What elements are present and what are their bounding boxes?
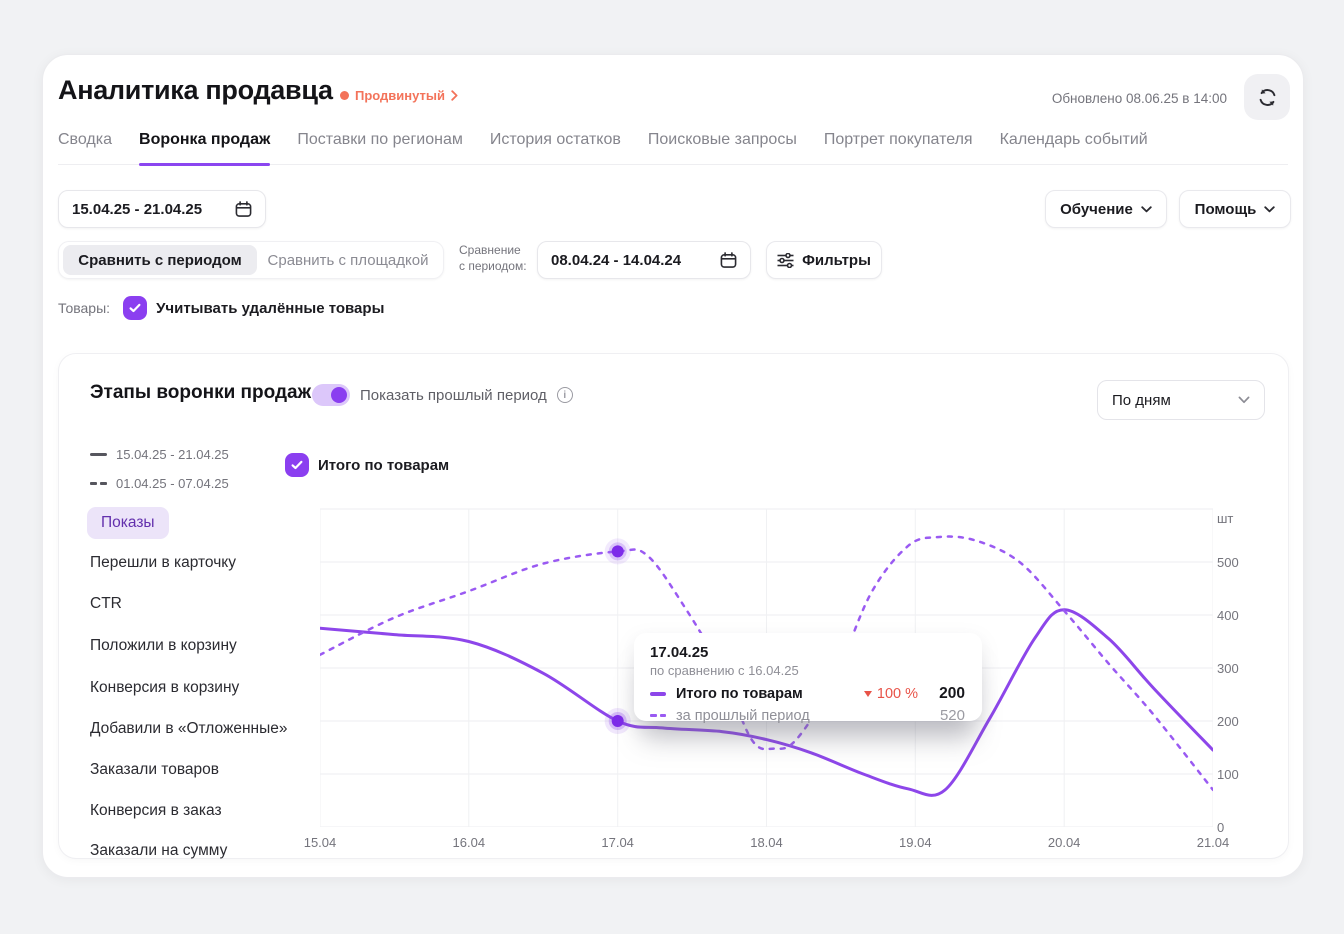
check-icon [129, 303, 141, 313]
total-by-products-checkbox[interactable] [285, 453, 309, 477]
tab-kalendar-sobytiy[interactable]: Календарь событий [1000, 131, 1148, 164]
info-icon[interactable]: i [557, 387, 573, 403]
stage-konversiya-v-korzinu[interactable]: Конверсия в корзину [90, 679, 239, 697]
seller-analytics-page: Аналитика продавца Продвинутый Обновлено… [0, 0, 1344, 934]
compare-period-date-input[interactable]: 08.04.24 - 14.04.24 [537, 241, 751, 279]
toggle-knob [331, 387, 347, 403]
tab-istoriya-ostatkov[interactable]: История остатков [490, 131, 621, 164]
past-period-toggle-label: Показать прошлый период [360, 387, 547, 404]
stage-ctr[interactable]: CTR [90, 595, 122, 613]
compare-period-label: Сравнение с периодом: [459, 243, 527, 274]
total-by-products-row: Итого по товарам [285, 453, 449, 477]
legend-current-period: 15.04.25 - 21.04.25 [90, 446, 229, 462]
funnel-chart-card: Этапы воронки продаж Показать прошлый пе… [58, 353, 1289, 859]
chevron-down-icon [1141, 206, 1152, 213]
tooltip-value-main: 200 [929, 685, 965, 703]
chevron-down-icon [1264, 206, 1275, 213]
include-deleted-checkbox[interactable] [123, 296, 147, 320]
total-by-products-label: Итого по товарам [318, 457, 449, 474]
training-button[interactable]: Обучение [1045, 190, 1167, 228]
chart-tooltip: 17.04.25 по сравнению с 16.04.25 Итого п… [634, 633, 982, 721]
compare-with-period-segment[interactable]: Сравнить с периодом [63, 245, 257, 275]
y-axis-tick: 100 [1217, 767, 1261, 782]
stage-pereshli-v-kartochku[interactable]: Перешли в карточку [90, 554, 236, 572]
y-axis-tick: 300 [1217, 661, 1261, 676]
y-axis-tick: 200 [1217, 714, 1261, 729]
x-axis-tick: 20.04 [1034, 835, 1094, 850]
compare-segmented-control: Сравнить с периодом Сравнить с площадкой [58, 241, 444, 279]
x-axis-tick: 21.04 [1183, 835, 1243, 850]
funnel-title: Этапы воронки продаж [90, 382, 311, 404]
training-button-label: Обучение [1060, 201, 1133, 218]
filters-button[interactable]: Фильтры [766, 241, 882, 279]
tooltip-row-main: Итого по товарам 100 % 200 [650, 685, 965, 703]
compare-with-marketplace-segment[interactable]: Сравнить с площадкой [257, 245, 439, 275]
stage-zakazali-tovarov[interactable]: Заказали товаров [90, 761, 219, 779]
refresh-icon [1257, 87, 1278, 108]
plan-badge[interactable]: Продвинутый [340, 88, 458, 103]
granularity-value: По дням [1112, 392, 1171, 409]
x-axis-tick: 18.04 [737, 835, 797, 850]
y-axis-tick: 500 [1217, 555, 1261, 570]
sliders-icon [777, 253, 794, 268]
y-axis-tick: 400 [1217, 608, 1261, 623]
show-past-period-toggle[interactable] [312, 384, 350, 406]
plan-dot-icon [340, 91, 349, 100]
help-button[interactable]: Помощь [1179, 190, 1291, 228]
tab-svodka[interactable]: Сводка [58, 131, 112, 164]
tooltip-compare: по сравнению с 16.04.25 [650, 663, 965, 678]
tooltip-change: 100 % [864, 686, 918, 702]
x-axis-tick: 16.04 [439, 835, 499, 850]
x-axis-tick: 17.04 [588, 835, 648, 850]
tab-voronka-prodazh[interactable]: Воронка продаж [139, 131, 270, 164]
period-date-input[interactable]: 15.04.25 - 21.04.25 [58, 190, 266, 228]
solid-line-icon [90, 453, 107, 456]
funnel-chart: шт0100200300400500 15.0416.0417.0418.041… [320, 505, 1280, 857]
x-axis-tick: 15.04 [290, 835, 350, 850]
chevron-down-icon [1238, 396, 1250, 404]
refresh-button[interactable] [1244, 74, 1290, 120]
check-icon [291, 460, 303, 470]
legend-past-period: 01.04.25 - 07.04.25 [90, 475, 229, 491]
updated-timestamp: Обновлено 08.06.25 в 14:00 [1052, 91, 1227, 106]
filters-button-label: Фильтры [802, 252, 871, 269]
calendar-icon [720, 252, 737, 269]
stage-zakazali-na-summu[interactable]: Заказали на сумму [90, 842, 227, 860]
arrow-down-icon [864, 691, 872, 697]
dashed-line-icon [90, 482, 107, 485]
products-row: Товары: Учитывать удалённые товары [58, 296, 384, 320]
tab-poiskovye-zaprosy[interactable]: Поисковые запросы [648, 131, 797, 164]
past-period-toggle-row: Показать прошлый период i [312, 384, 573, 406]
stage-konversiya-v-zakaz[interactable]: Конверсия в заказ [90, 802, 222, 820]
stage-polozhili-v-korzinu[interactable]: Положили в корзину [90, 637, 237, 655]
main-card: Аналитика продавца Продвинутый Обновлено… [42, 54, 1304, 878]
tab-portret-pokupatelya[interactable]: Портрет покупателя [824, 131, 973, 164]
stage-pokazy[interactable]: Показы [87, 507, 169, 539]
plan-badge-label: Продвинутый [355, 88, 445, 103]
stage-dobavili-v-otlozhennye[interactable]: Добавили в «Отложенные» [90, 720, 287, 738]
tab-bar: Сводка Воронка продаж Поставки по регион… [58, 131, 1288, 165]
y-axis-tick: 0 [1217, 820, 1261, 835]
period-date-value: 15.04.25 - 21.04.25 [72, 201, 202, 218]
dashed-line-icon [650, 714, 666, 718]
calendar-icon [235, 201, 252, 218]
x-axis-tick: 19.04 [885, 835, 945, 850]
solid-line-icon [650, 692, 666, 696]
help-button-label: Помощь [1195, 201, 1257, 218]
tooltip-value-prev: 520 [929, 707, 965, 724]
tooltip-row-prev: за прошлый период 520 [650, 707, 965, 724]
tooltip-date: 17.04.25 [650, 644, 965, 661]
chevron-right-icon [451, 90, 458, 101]
y-axis-unit: шт [1217, 511, 1261, 526]
products-label: Товары: [58, 300, 110, 316]
page-title: Аналитика продавца [58, 75, 333, 106]
compare-period-date-value: 08.04.24 - 14.04.24 [551, 252, 681, 269]
tab-postavki-po-regionam[interactable]: Поставки по регионам [297, 131, 463, 164]
granularity-select[interactable]: По дням [1097, 380, 1265, 420]
include-deleted-label: Учитывать удалённые товары [156, 300, 384, 317]
